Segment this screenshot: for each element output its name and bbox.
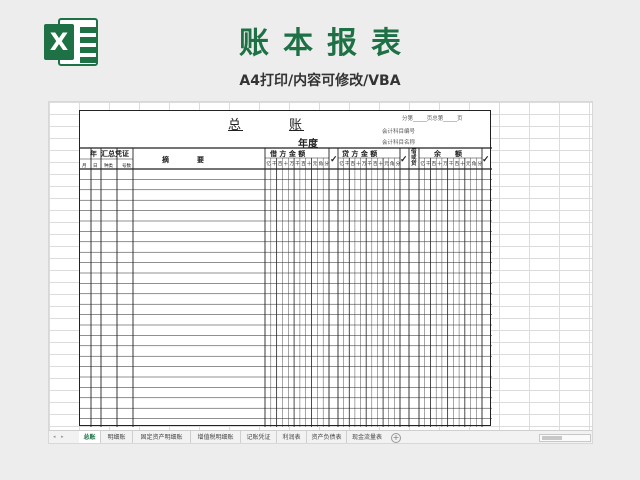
ledger-title: 总账 xyxy=(228,114,304,133)
ledger-title-left: 总 xyxy=(228,118,244,133)
spreadsheet-window: 总账 年度 分第_____页总第_____页 会计科目编号 会计科目名称 年 汇… xyxy=(48,101,593,444)
tab-balance-sheet[interactable]: 资产负债表 xyxy=(307,431,347,443)
digit-unit-label: 千 xyxy=(448,162,454,167)
digit-unit-label: 元 xyxy=(384,162,389,167)
digit-unit-label: 角 xyxy=(471,162,477,167)
tab-scroll-arrows-icon[interactable]: ◂ ▸ xyxy=(53,434,66,440)
digit-unit-label: 千 xyxy=(344,162,350,167)
digit-unit-label: 百 xyxy=(301,162,306,167)
header-day: 日 xyxy=(93,164,98,169)
tab-vat-ledger[interactable]: 增值税明细账 xyxy=(191,431,241,443)
header-check-credit: ✓ xyxy=(400,155,408,165)
header-credit: 贷 方 金 额 xyxy=(342,149,378,158)
tab-general-ledger[interactable]: 总账 xyxy=(79,431,101,443)
digit-unit-label: 千 xyxy=(367,162,372,167)
header-check-balance: ✓ xyxy=(482,155,490,165)
digit-unit-label: 角 xyxy=(318,162,324,167)
digit-unit-label: 万 xyxy=(443,162,448,167)
page-subtitle: A4打印/内容可修改/VBA xyxy=(239,73,401,89)
digit-unit-label: 分 xyxy=(324,162,329,167)
tab-voucher[interactable]: 记账凭证 xyxy=(241,431,277,443)
year-label: 年度 xyxy=(298,139,318,150)
header-balance: 余 额 xyxy=(434,149,462,158)
ledger-title-right: 账 xyxy=(289,118,305,133)
scrollbar-thumb[interactable] xyxy=(542,436,562,440)
header-number: 号数 xyxy=(122,164,131,169)
digit-unit-label: 十 xyxy=(460,162,465,167)
horizontal-scrollbar[interactable] xyxy=(539,434,591,442)
digit-unit-label: 万 xyxy=(361,162,367,167)
digit-unit-label: 亿 xyxy=(339,162,344,167)
digit-unit-label: 千 xyxy=(272,162,277,167)
digit-unit-label: 亿 xyxy=(266,162,271,167)
header-description: 摘 要 xyxy=(162,155,204,164)
tab-cash-flow[interactable]: 现金流量表 xyxy=(347,431,387,443)
sheet-tab-bar: ◂ ▸ 总账 明细账 固定资产明细账 增值税明细账 记账凭证 利润表 资产负债表… xyxy=(49,430,592,443)
digit-unit-label: 千 xyxy=(425,162,431,167)
tab-income-statement[interactable]: 利润表 xyxy=(277,431,307,443)
digit-unit-label: 百 xyxy=(431,162,437,167)
digit-unit-label: 分 xyxy=(477,162,482,167)
tab-detail-ledger[interactable]: 明细账 xyxy=(101,431,133,443)
header-debit-or-credit: 借或贷 xyxy=(411,149,417,167)
digit-unit-label: 十 xyxy=(356,162,361,167)
account-name-label: 会计科目名称 xyxy=(382,140,416,146)
digit-unit-label: 十 xyxy=(437,162,442,167)
digit-unit-label: 千 xyxy=(295,162,300,167)
general-ledger-form: 总账 年度 分第_____页总第_____页 会计科目编号 会计科目名称 年 汇… xyxy=(79,110,492,427)
digit-unit-label: 百 xyxy=(277,162,283,167)
add-sheet-button[interactable]: + xyxy=(391,433,401,443)
digit-unit-label: 元 xyxy=(466,162,471,167)
digit-unit-label: 十 xyxy=(306,162,312,167)
tab-fixed-assets-ledger[interactable]: 固定资产明细账 xyxy=(133,431,191,443)
digit-unit-label: 亿 xyxy=(420,162,425,167)
digit-unit-label: 角 xyxy=(389,162,395,167)
header-month: 月 xyxy=(82,164,87,169)
page-info: 分第_____页总第_____页 xyxy=(402,116,463,122)
header-summary-voucher: 汇总凭证 xyxy=(101,149,129,158)
digit-unit-label: 分 xyxy=(395,162,401,167)
digit-unit-label: 元 xyxy=(312,162,318,167)
header-year: 年 xyxy=(90,149,97,158)
digit-unit-label: 万 xyxy=(289,162,294,167)
digit-unit-label: 十 xyxy=(283,162,289,167)
digit-unit-label: 百 xyxy=(373,162,378,167)
header-kind: 种类 xyxy=(104,164,113,169)
page-title: 账本报表 xyxy=(239,26,415,61)
digit-unit-label: 百 xyxy=(454,162,460,167)
account-code-label: 会计科目编号 xyxy=(382,129,416,135)
digit-unit-label: 十 xyxy=(378,162,384,167)
header-check-debit: ✓ xyxy=(330,155,338,165)
header-debit: 借 方 金 额 xyxy=(270,149,306,158)
digit-unit-label: 百 xyxy=(350,162,355,167)
